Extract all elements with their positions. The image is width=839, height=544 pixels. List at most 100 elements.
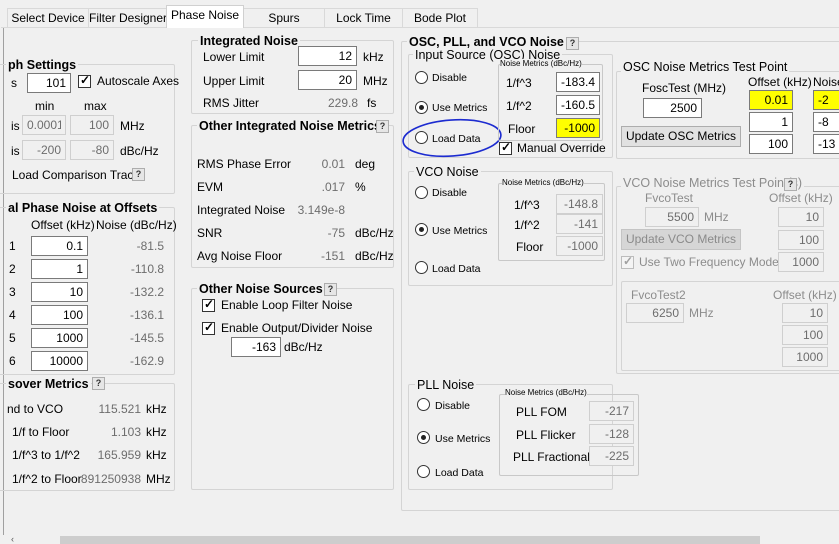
x-unit-label: MHz (120, 119, 145, 133)
pll-use-metrics-radio[interactable] (417, 431, 430, 444)
osc-test-offset-input[interactable] (749, 112, 793, 132)
two-freq-checkbox[interactable]: ✓ (621, 254, 634, 269)
pll-load-data-label: Load Data (435, 467, 484, 479)
osc-disable-label: Disable (432, 72, 468, 84)
other-sources-group (191, 288, 394, 490)
vco-use-metrics-radio[interactable] (415, 223, 428, 236)
pll-frac-input[interactable] (589, 446, 634, 466)
crossover-help-icon[interactable]: ? (92, 377, 105, 390)
offset-row-index: 3 (9, 285, 16, 299)
offset-input[interactable] (31, 236, 88, 256)
osc-test-noise-input[interactable] (813, 90, 839, 110)
scroll-left-icon[interactable]: ‹ (11, 535, 14, 544)
autoscale-checkbox[interactable]: ✓ (78, 73, 91, 88)
pll-load-data-radio[interactable] (417, 465, 430, 478)
fvco-input[interactable] (645, 207, 699, 227)
osc-pll-vco-title: OSC, PLL, and VCO Noise (407, 35, 566, 49)
offset-input[interactable] (31, 328, 88, 348)
noise-col-header: Noise (dBc/Hz) (96, 218, 177, 232)
tab-select-device[interactable]: Select Device (7, 8, 89, 27)
osc-test-noise-input[interactable] (813, 112, 839, 132)
vco-disable-label: Disable (432, 187, 468, 199)
tab-bode-plot[interactable]: Bode Plot (402, 8, 478, 27)
upper-limit-unit: MHz (363, 74, 388, 88)
osc-test-noise-input[interactable] (813, 134, 839, 154)
load-trace-label[interactable]: Load Comparison Trace (12, 168, 140, 183)
osc-test-offset-input[interactable] (749, 90, 793, 110)
crossover-label: nd to VCO (7, 402, 64, 416)
vco-test-offset-input[interactable] (778, 207, 824, 227)
vco-load-data-radio[interactable] (415, 261, 428, 274)
load-trace-help-icon[interactable]: ? (132, 168, 145, 181)
metric-unit: deg (355, 157, 376, 171)
pll-fom-label: PLL FOM (516, 405, 567, 419)
osc-f2-input[interactable] (556, 95, 600, 115)
osc-noise-header: Noise (813, 75, 839, 89)
pll-noise-title: PLL Noise (415, 378, 477, 392)
osc-use-metrics-label: Use Metrics (432, 102, 488, 114)
output-divider-checkbox[interactable]: ✓ (202, 320, 215, 335)
lower-limit-input[interactable] (298, 46, 357, 66)
horizontal-scrollbar[interactable]: ‹ (0, 535, 839, 544)
vco-floor-input[interactable] (556, 236, 603, 256)
loop-filter-label: Enable Loop Filter Noise (221, 298, 353, 312)
metric-unit: % (355, 180, 366, 194)
metrics-help-icon[interactable]: ? (376, 120, 389, 133)
vco-test2-offset-input[interactable] (782, 347, 828, 367)
fvco2-label: FvcoTest2 (631, 288, 686, 302)
pll-flicker-input[interactable] (589, 424, 634, 444)
ymin-input[interactable] (22, 140, 66, 160)
other-sources-help-icon[interactable]: ? (324, 283, 337, 296)
s-input[interactable] (27, 73, 71, 93)
ymax-input[interactable] (70, 140, 114, 160)
tab-filter-designer[interactable]: Filter Designer (88, 8, 167, 27)
offset-input[interactable] (31, 351, 88, 371)
vco-test-offset-input[interactable] (778, 230, 824, 250)
lower-limit-unit: kHz (363, 50, 384, 64)
osc-disable-radio[interactable] (415, 71, 428, 84)
vco-f2-input[interactable] (556, 214, 603, 234)
pll-fom-input[interactable] (589, 401, 634, 421)
vco-f3-input[interactable] (556, 194, 603, 214)
vco-test-offset-input[interactable] (778, 252, 824, 272)
crossover-unit: kHz (146, 448, 167, 462)
update-osc-metrics-button[interactable]: Update OSC Metrics (621, 126, 741, 147)
osc-nm-title: Noise Metrics (dBc/Hz) (500, 59, 582, 68)
offset-input[interactable] (31, 259, 88, 279)
output-noise-input[interactable] (231, 337, 281, 357)
vco-test2-offset-input[interactable] (782, 325, 828, 345)
osc-floor-input[interactable] (556, 118, 600, 138)
scrollbar-thumb[interactable] (60, 536, 760, 544)
offset-noise-value: -132.2 (129, 285, 164, 299)
pll-disable-radio[interactable] (417, 398, 430, 411)
offset-input[interactable] (31, 282, 88, 302)
update-vco-metrics-button[interactable]: Update VCO Metrics (621, 229, 741, 250)
osc-help-icon[interactable]: ? (566, 37, 579, 50)
tab-lock-time[interactable]: Lock Time (324, 8, 403, 27)
vco-disable-radio[interactable] (415, 186, 428, 199)
manual-override-checkbox[interactable]: ✓ (499, 140, 512, 155)
load-data-annotation-circle (402, 118, 502, 158)
osc-floor-label: Floor (508, 122, 536, 136)
tab-phase-noise[interactable]: Phase Noise (166, 5, 244, 28)
upper-limit-input[interactable] (298, 70, 357, 90)
fosc-label: FoscTest (MHz) (642, 81, 726, 95)
osc-f3-input[interactable] (556, 72, 600, 92)
xmax-input[interactable] (70, 115, 114, 135)
max-label: max (84, 99, 107, 113)
loop-filter-checkbox[interactable]: ✓ (202, 297, 215, 312)
pll-disable-label: Disable (435, 400, 471, 412)
tab-spurs[interactable]: Spurs (243, 8, 325, 27)
vco-offset-header: Offset (kHz) (769, 191, 833, 205)
vco-test2-offset-input[interactable] (782, 303, 828, 323)
osc-test-offset-input[interactable] (749, 134, 793, 154)
offset-input[interactable] (31, 305, 88, 325)
fvco2-input[interactable] (626, 303, 684, 323)
app-window: Select Device Filter Designer Phase Nois… (0, 0, 839, 544)
fosc-input[interactable] (643, 98, 702, 118)
metric-value: .017 (321, 180, 345, 194)
xmin-input[interactable] (22, 115, 66, 135)
min-label: min (35, 99, 55, 113)
vco-test-help-icon[interactable]: ? (784, 178, 797, 191)
osc-use-metrics-radio[interactable] (415, 101, 428, 114)
